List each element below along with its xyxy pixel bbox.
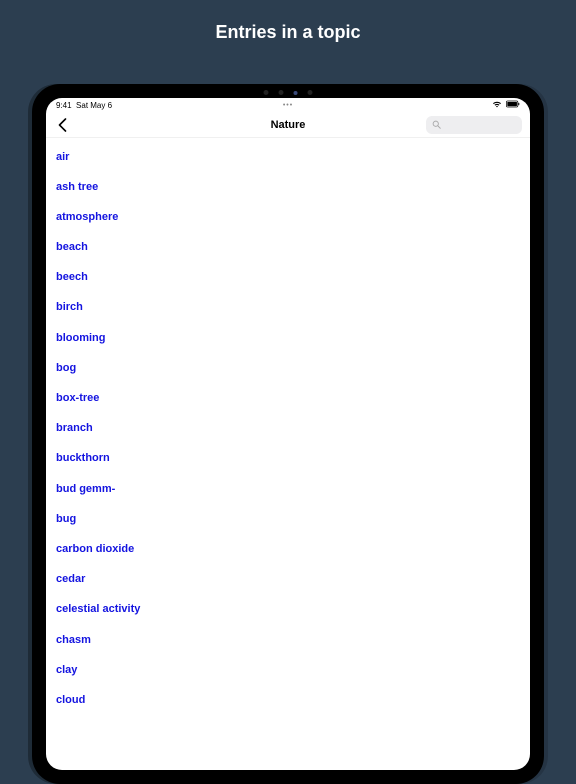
screen: 9:41 Sat May 6 ••• Nature airash treeatm…: [46, 98, 530, 770]
nav-title: Nature: [271, 119, 306, 131]
entry-item[interactable]: celestial activity: [56, 595, 520, 625]
entry-item[interactable]: blooming: [56, 323, 520, 353]
entries-list[interactable]: airash treeatmospherebeachbeechbirchbloo…: [46, 138, 530, 770]
entry-item[interactable]: branch: [56, 414, 520, 444]
status-right: [492, 100, 520, 110]
entry-item[interactable]: ash tree: [56, 172, 520, 202]
search-field[interactable]: [426, 116, 522, 134]
search-icon: [432, 120, 441, 129]
entry-item[interactable]: box-tree: [56, 384, 520, 414]
status-dots: •••: [283, 102, 293, 109]
wifi-icon: [492, 100, 502, 110]
entry-item[interactable]: cloud: [56, 685, 520, 715]
entry-item[interactable]: bog: [56, 353, 520, 383]
battery-icon: [506, 100, 520, 110]
entry-item[interactable]: beach: [56, 233, 520, 263]
tablet-notch: [264, 90, 313, 95]
entry-item[interactable]: bud gemm-: [56, 474, 520, 504]
status-time-date: 9:41 Sat May 6: [56, 101, 112, 110]
entry-item[interactable]: buckthorn: [56, 444, 520, 474]
status-bar: 9:41 Sat May 6 •••: [46, 98, 530, 112]
entry-item[interactable]: cedar: [56, 565, 520, 595]
entry-item[interactable]: carbon dioxide: [56, 534, 520, 564]
nav-bar: Nature: [46, 112, 530, 138]
tablet-frame: 9:41 Sat May 6 ••• Nature airash treeatm…: [32, 84, 544, 784]
entry-item[interactable]: beech: [56, 263, 520, 293]
entry-item[interactable]: chasm: [56, 625, 520, 655]
entry-item[interactable]: bug: [56, 504, 520, 534]
entry-item[interactable]: atmosphere: [56, 202, 520, 232]
entry-item[interactable]: clay: [56, 655, 520, 685]
page-heading: Entries in a topic: [0, 0, 576, 61]
entry-item[interactable]: birch: [56, 293, 520, 323]
entry-item[interactable]: air: [56, 142, 520, 172]
chevron-left-icon: [58, 118, 67, 132]
back-button[interactable]: [52, 115, 72, 135]
